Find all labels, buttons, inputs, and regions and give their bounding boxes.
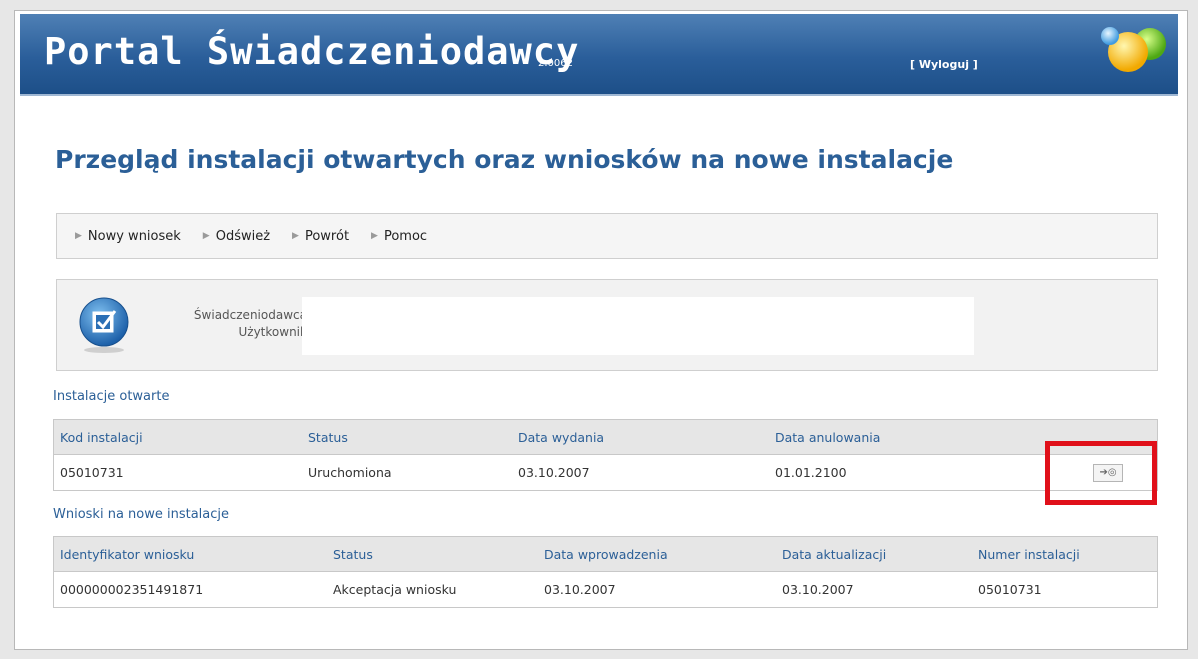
new-requests-table: Identyfikator wniosku Status Data wprowa… (53, 536, 1158, 608)
logout-link[interactable]: [ Wyloguj ] (910, 58, 978, 71)
arrow-right-icon: ▶ (75, 231, 82, 241)
app-header: Portal Świadczeniodawcy 2.0062 [ Wyloguj… (20, 14, 1178, 96)
col-status: Status (302, 419, 512, 455)
user-label: Użytkownik: (238, 325, 312, 339)
cell-status: Uruchomiona (302, 454, 512, 491)
table-row: 05010731 Uruchomiona 03.10.2007 01.01.21… (53, 454, 1158, 491)
table-row: 000000002351491871 Akceptacja wniosku 03… (53, 571, 1158, 608)
open-installations-table: Kod instalacji Status Data wydania Data … (53, 419, 1158, 491)
table-header-row: Identyfikator wniosku Status Data wprowa… (53, 536, 1158, 572)
user-values-field (302, 297, 974, 355)
cell-data-anulowania: 01.01.2100 (769, 454, 1031, 491)
cell-kod: 05010731 (53, 454, 302, 491)
toolbar: ▶ Nowy wniosek ▶ Odśwież ▶ Powrót ▶ Pomo… (56, 213, 1158, 259)
col-data-wydania: Data wydania (512, 419, 769, 455)
col-identyfikator: Identyfikator wniosku (53, 536, 327, 572)
new-requests-title: Wnioski na nowe instalacje (53, 507, 230, 522)
app-title: Portal Świadczeniodawcy (44, 30, 580, 73)
open-installations-title: Instalacje otwarte (53, 389, 170, 404)
refresh-button[interactable]: ▶ Odśwież (203, 229, 270, 244)
back-label: Powrót (304, 228, 350, 244)
new-request-button[interactable]: ▶ Nowy wniosek (75, 229, 181, 244)
help-button[interactable]: ▶ Pomoc (371, 229, 427, 244)
user-labels: Świadczeniodawca: Użytkownik: (167, 307, 311, 341)
user-info-panel: Świadczeniodawca: Użytkownik: (56, 279, 1158, 371)
arrow-right-icon: ▶ (202, 231, 210, 241)
col-numer-instalacji: Numer instalacji (972, 536, 1158, 572)
arrow-right-icon: ▶ (292, 231, 299, 241)
col-action (1031, 419, 1158, 455)
checklist-icon (79, 297, 129, 353)
back-button[interactable]: ▶ Powrót (292, 229, 349, 244)
portal-logo-icon (1101, 27, 1166, 72)
cell-id: 000000002351491871 (53, 571, 327, 608)
cell-action: ➔◎ (1031, 454, 1158, 491)
col-data-anulowania: Data anulowania (769, 419, 1031, 455)
cell-data-aktualizacji: 03.10.2007 (776, 571, 972, 608)
help-label: Pomoc (383, 228, 428, 244)
col-data-aktualizacji: Data aktualizacji (776, 536, 972, 572)
col-data-wprowadzenia: Data wprowadzenia (538, 536, 776, 572)
new-request-label: Nowy wniosek (87, 228, 181, 244)
col-kod-instalacji: Kod instalacji (53, 419, 302, 455)
details-arrow-icon[interactable]: ➔◎ (1093, 464, 1123, 482)
cell-numer: 05010731 (972, 571, 1158, 608)
cell-data-wydania: 03.10.2007 (512, 454, 769, 491)
page-title: Przegląd instalacji otwartych oraz wnios… (55, 145, 954, 174)
cell-data-wprowadzenia: 03.10.2007 (538, 571, 776, 608)
cell-status: Akceptacja wniosku (327, 571, 538, 608)
col-status: Status (327, 536, 538, 572)
refresh-label: Odśwież (215, 228, 271, 244)
table-header-row: Kod instalacji Status Data wydania Data … (53, 419, 1158, 455)
provider-label: Świadczeniodawca: (193, 308, 311, 322)
app-version: 2.0062 (538, 58, 573, 69)
arrow-right-icon: ▶ (371, 231, 378, 241)
